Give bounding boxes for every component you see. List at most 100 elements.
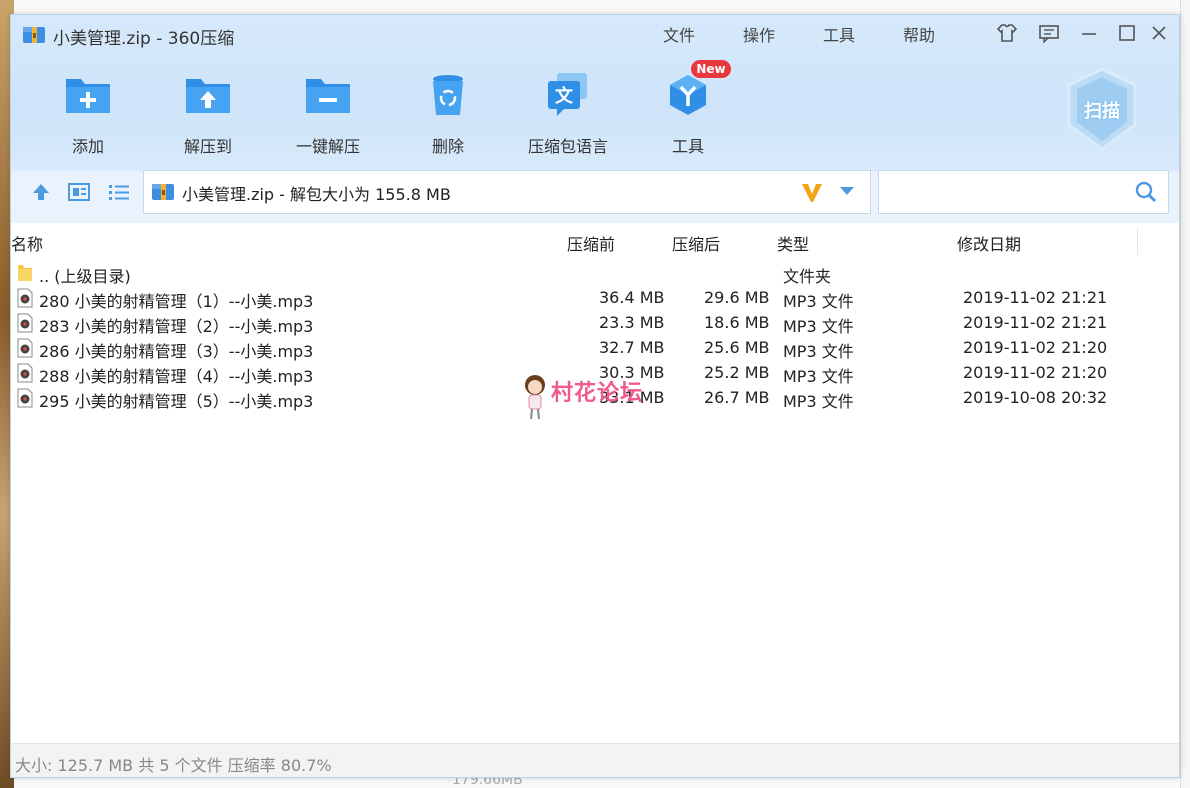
arrow-up-icon xyxy=(33,184,49,200)
shirt-icon xyxy=(996,24,1018,42)
delete-button[interactable]: 删除 xyxy=(393,73,503,157)
scan-label: 扫描 xyxy=(1084,101,1120,122)
checkmark-v-icon[interactable] xyxy=(800,182,824,204)
minimize-button[interactable] xyxy=(1077,21,1101,45)
file-size-before: 23.3 MB xyxy=(599,313,665,332)
file-row[interactable]: 280 小美的射精管理（1）--小美.mp3 36.4 MB 29.6 MB M… xyxy=(11,286,1179,311)
message-icon xyxy=(1039,25,1059,43)
chevron-down-icon[interactable] xyxy=(838,185,856,197)
scan-button[interactable]: 扫描 xyxy=(1065,67,1139,151)
zip-app-icon xyxy=(23,27,45,43)
background-scrollbar xyxy=(1180,0,1190,788)
file-size-after: 18.6 MB xyxy=(704,313,770,332)
archive-language-label: 压缩包语言 xyxy=(527,137,608,156)
status-text: 大小: 125.7 MB 共 5 个文件 压缩率 80.7% xyxy=(15,756,332,775)
extract-to-label: 解压到 xyxy=(183,137,232,156)
archive-language-button[interactable]: 文 压缩包语言 xyxy=(513,73,623,157)
watermark-text: 村花论坛 xyxy=(551,381,644,406)
maximize-button[interactable] xyxy=(1115,21,1139,45)
column-type[interactable]: 类型 xyxy=(777,231,809,255)
file-type: MP3 文件 xyxy=(783,367,854,386)
archive-language-icon: 文 xyxy=(548,73,587,116)
window-header: 小美管理.zip - 360压缩 文件 操作 工具 帮助 添加 解压到 一键解压… xyxy=(11,15,1179,171)
mp3-file-icon xyxy=(17,388,33,408)
parent-dir-type: 文件夹 xyxy=(783,267,832,286)
tools-label: 工具 xyxy=(671,137,704,156)
file-size-after: 25.2 MB xyxy=(704,363,770,382)
file-name: 295 小美的射精管理（5）--小美.mp3 xyxy=(39,392,314,411)
archive-window: 小美管理.zip - 360压缩 文件 操作 工具 帮助 添加 解压到 一键解压… xyxy=(10,14,1180,778)
menu-file[interactable]: 文件 xyxy=(663,22,743,46)
file-name: 280 小美的射精管理（1）--小美.mp3 xyxy=(39,292,314,311)
file-date: 2019-11-02 21:20 xyxy=(963,338,1108,357)
path-text: 小美管理.zip - 解包大小为 155.8 MB xyxy=(182,185,451,204)
close-icon xyxy=(1152,26,1166,40)
mp3-file-icon xyxy=(17,313,33,333)
search-field[interactable] xyxy=(878,170,1169,214)
column-size-before[interactable]: 压缩前 xyxy=(567,231,615,255)
minimize-icon xyxy=(1082,33,1096,35)
mp3-file-icon xyxy=(17,338,33,358)
up-level-button[interactable] xyxy=(29,181,53,203)
mp3-file-icon xyxy=(17,363,33,383)
file-type: MP3 文件 xyxy=(783,392,854,411)
extract-to-button[interactable]: 解压到 xyxy=(153,73,263,157)
menu-bar: 文件 操作 工具 帮助 xyxy=(663,22,983,46)
file-type: MP3 文件 xyxy=(783,317,854,336)
window-title: 小美管理.zip - 360压缩 xyxy=(53,29,235,49)
feedback-button[interactable] xyxy=(1037,21,1061,45)
girl-mascot-icon xyxy=(525,375,545,420)
menu-operate[interactable]: 操作 xyxy=(743,22,823,46)
file-type: MP3 文件 xyxy=(783,342,854,361)
menu-tools[interactable]: 工具 xyxy=(823,22,903,46)
file-row[interactable]: 283 小美的射精管理（2）--小美.mp3 23.3 MB 18.6 MB M… xyxy=(11,311,1179,336)
search-input[interactable] xyxy=(885,179,1129,207)
skin-button[interactable] xyxy=(995,21,1019,45)
file-size-after: 29.6 MB xyxy=(704,288,770,307)
parent-dir-name: .. (上级目录) xyxy=(39,267,131,286)
file-date: 2019-11-02 21:20 xyxy=(963,363,1108,382)
file-date: 2019-11-02 21:21 xyxy=(963,313,1108,332)
file-name: 286 小美的射精管理（3）--小美.mp3 xyxy=(39,342,314,361)
add-button[interactable]: 添加 xyxy=(33,73,143,157)
mp3-file-icon xyxy=(17,288,33,308)
file-type: MP3 文件 xyxy=(783,292,854,311)
one-click-extract-icon xyxy=(306,79,350,113)
file-size-after: 25.6 MB xyxy=(704,338,770,357)
path-field[interactable]: 小美管理.zip - 解包大小为 155.8 MB xyxy=(143,170,871,214)
list-view-button[interactable] xyxy=(107,181,131,203)
file-size-before: 36.4 MB xyxy=(599,288,665,307)
file-row[interactable]: 286 小美的射精管理（3）--小美.mp3 32.7 MB 25.6 MB M… xyxy=(11,336,1179,361)
column-header-row: 名称 压缩前 压缩后 类型 修改日期 xyxy=(11,227,1179,255)
file-size-after: 26.7 MB xyxy=(704,388,770,407)
tools-button[interactable]: 工具 xyxy=(633,73,743,157)
column-separator xyxy=(1137,227,1138,255)
add-label: 添加 xyxy=(71,137,104,156)
column-modified[interactable]: 修改日期 xyxy=(957,231,1021,255)
svg-text:文: 文 xyxy=(555,85,574,107)
parent-dir-row[interactable]: .. (上级目录) 文件夹 xyxy=(11,261,1179,286)
delete-icon xyxy=(433,75,463,115)
maximize-icon xyxy=(1119,25,1135,41)
close-button[interactable] xyxy=(1147,21,1171,45)
watermark: 村花论坛 xyxy=(523,373,683,425)
thumbnail-view-button[interactable] xyxy=(67,181,91,203)
file-date: 2019-10-08 20:32 xyxy=(963,388,1108,407)
column-name[interactable]: 名称 xyxy=(11,231,43,255)
file-date: 2019-11-02 21:21 xyxy=(963,288,1108,307)
column-size-after[interactable]: 压缩后 xyxy=(672,231,720,255)
thumbnail-view-icon xyxy=(68,183,90,201)
menu-help[interactable]: 帮助 xyxy=(903,22,983,46)
search-icon[interactable] xyxy=(1135,181,1157,203)
extract-to-icon xyxy=(186,79,230,113)
new-badge: New xyxy=(691,60,731,78)
zip-file-icon xyxy=(152,184,174,200)
list-view-icon xyxy=(109,185,129,200)
status-bar: 大小: 125.7 MB 共 5 个文件 压缩率 80.7% xyxy=(11,743,1179,777)
one-click-extract-button[interactable]: 一键解压 xyxy=(273,73,383,157)
file-name: 283 小美的射精管理（2）--小美.mp3 xyxy=(39,317,314,336)
tools-icon xyxy=(670,75,706,115)
folder-icon xyxy=(18,265,32,281)
file-size-before: 32.7 MB xyxy=(599,338,665,357)
file-name: 288 小美的射精管理（4）--小美.mp3 xyxy=(39,367,314,386)
